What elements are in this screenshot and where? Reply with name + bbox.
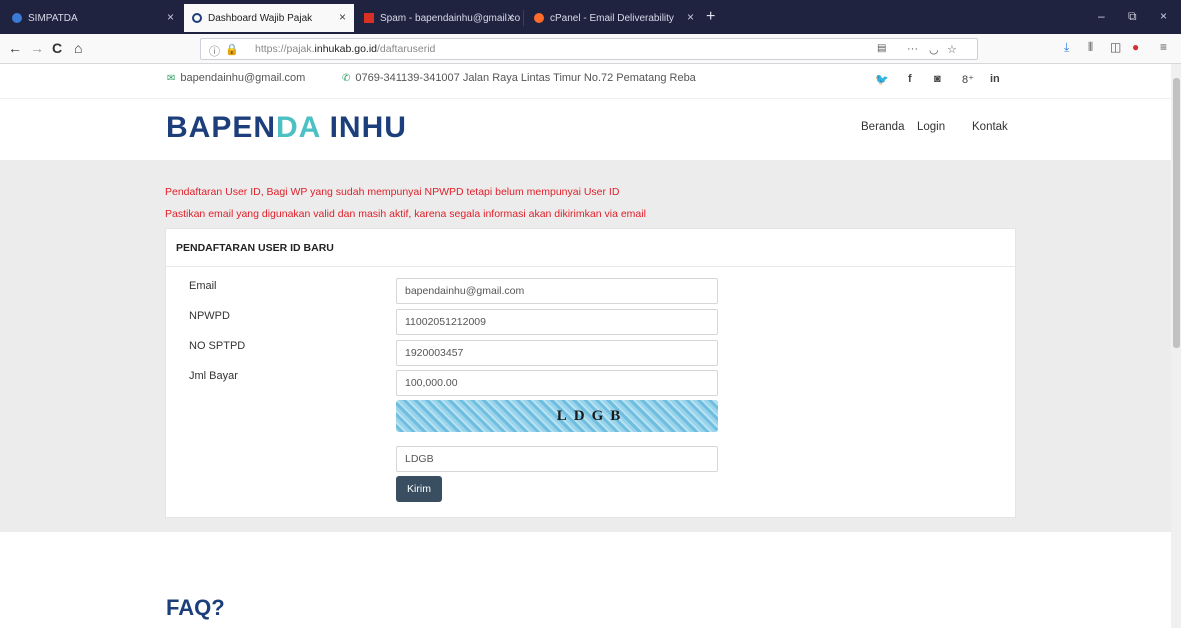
web-page: ✉ bapendainhu@gmail.com ✆ 0769-341139-34… <box>0 64 1171 628</box>
kirim-button[interactable]: Kirim <box>396 476 442 502</box>
nav-link-login[interactable]: Login <box>917 121 945 133</box>
forward-icon[interactable]: → <box>30 40 44 56</box>
nav-link-beranda[interactable]: Beranda <box>861 121 904 133</box>
captcha-text: LDGB <box>556 407 628 424</box>
contact-phone-text: 0769-341139-341007 Jalan Raya Lintas Tim… <box>355 72 696 84</box>
scrollbar-thumb[interactable] <box>1173 78 1180 348</box>
cpanel-favicon-icon <box>534 13 544 23</box>
close-tab-icon[interactable]: × <box>339 10 346 24</box>
home-icon[interactable]: ⌂ <box>74 40 82 56</box>
nav-link-kontak[interactable]: Kontak <box>972 121 1008 133</box>
faq-heading: FAQ? <box>166 595 225 620</box>
close-window-icon[interactable]: × <box>1160 9 1167 23</box>
minimize-icon[interactable]: – <box>1098 9 1105 23</box>
tab-label: SIMPATDA <box>28 12 78 24</box>
restore-icon[interactable]: ⧉ <box>1128 9 1137 24</box>
gmail-favicon-icon <box>364 13 374 23</box>
tab-label: Dashboard Wajib Pajak <box>208 12 313 24</box>
back-icon[interactable]: ← <box>8 40 22 56</box>
sidebar-icon[interactable]: ◫ <box>1110 40 1121 54</box>
tab-cpanel[interactable]: cPanel - Email Deliverability × <box>526 4 702 32</box>
contact-bar: ✉ bapendainhu@gmail.com ✆ 0769-341139-34… <box>0 64 1171 99</box>
tab-label: cPanel - Email Deliverability <box>550 12 674 24</box>
url-text[interactable]: https://pajak.inhukab.go.id/daftaruserid <box>255 43 435 55</box>
registration-section: Pendaftaran User ID, Bagi WP yang sudah … <box>0 160 1171 532</box>
bookmark-star-icon[interactable]: ☆ <box>947 43 957 56</box>
close-tab-icon[interactable]: × <box>687 10 694 24</box>
browser-navbar: ← → C ⌂ ⓘ 🔒 https://pajak.inhukab.go.id/… <box>0 34 1181 64</box>
browser-tab-strip: SIMPATDA × Dashboard Wajib Pajak × Spam … <box>0 0 1181 34</box>
tab-label: Spam - bapendainhu@gmail.co <box>380 12 521 24</box>
pocket-icon[interactable]: ◡ <box>929 43 939 56</box>
notice-text: Pastikan email yang digunakan valid dan … <box>165 208 646 220</box>
instagram-icon[interactable]: ◙ <box>934 73 941 85</box>
npwpd-field[interactable] <box>396 309 718 335</box>
reload-icon[interactable]: C <box>52 40 62 56</box>
phone-icon: ✆ <box>342 72 351 84</box>
jml-bayar-label: Jml Bayar <box>189 370 238 382</box>
no-sptpd-field[interactable] <box>396 340 718 366</box>
registration-card: PENDAFTARAN USER ID BARU Email NPWPD NO … <box>165 228 1016 518</box>
form-title: PENDAFTARAN USER ID BARU <box>176 242 334 254</box>
email-field[interactable] <box>396 278 718 304</box>
page-scrollbar[interactable] <box>1171 64 1181 628</box>
linkedin-icon[interactable]: in <box>990 73 1000 85</box>
download-icon[interactable]: ⤓ <box>1064 40 1069 55</box>
facebook-icon[interactable]: f <box>908 73 912 85</box>
tab-separator <box>523 10 524 26</box>
close-tab-icon[interactable]: × <box>167 10 174 24</box>
jml-bayar-field[interactable] <box>396 370 718 396</box>
email-label: Email <box>189 280 217 292</box>
tab-gmail-spam[interactable]: Spam - bapendainhu@gmail.co × <box>356 4 522 32</box>
url-bar[interactable]: ⓘ 🔒 https://pajak.inhukab.go.id/daftarus… <box>200 38 978 60</box>
site-logo[interactable]: BAPENDA INHU <box>166 111 407 145</box>
contact-email: ✉ bapendainhu@gmail.com <box>167 72 305 84</box>
card-header: PENDAFTARAN USER ID BARU <box>166 229 1015 267</box>
page-actions-icon[interactable]: ··· <box>907 43 918 55</box>
npwpd-label: NPWPD <box>189 310 230 322</box>
twitter-icon[interactable]: 🐦 <box>875 73 889 86</box>
captcha-input[interactable] <box>396 446 718 472</box>
contact-phone: ✆ 0769-341139-341007 Jalan Raya Lintas T… <box>342 72 696 84</box>
addon-icon[interactable]: ● <box>1132 40 1139 54</box>
envelope-icon: ✉ <box>167 72 176 84</box>
simpatda-favicon-icon <box>12 13 22 23</box>
lock-warning-icon[interactable]: 🔒 <box>225 43 239 56</box>
info-icon[interactable]: ⓘ <box>209 43 220 59</box>
reader-view-icon[interactable]: ▤ <box>877 43 886 54</box>
google-plus-icon[interactable]: 8⁺ <box>962 73 974 86</box>
contact-email-text: bapendainhu@gmail.com <box>180 72 306 84</box>
menu-icon[interactable]: ≡ <box>1160 40 1167 54</box>
notice-text: Pendaftaran User ID, Bagi WP yang sudah … <box>165 186 620 198</box>
no-sptpd-label: NO SPTPD <box>189 340 246 352</box>
tab-dashboard-wajib-pajak[interactable]: Dashboard Wajib Pajak × <box>184 4 354 32</box>
library-icon[interactable]: ⫴ <box>1088 40 1093 55</box>
dashboard-favicon-icon <box>192 13 202 23</box>
new-tab-button[interactable]: + <box>706 8 715 26</box>
close-tab-icon[interactable]: × <box>507 10 514 24</box>
site-header: BAPENDA INHU Beranda Login Kontak <box>0 99 1171 160</box>
captcha-image: LDGB <box>396 400 718 432</box>
tab-simpatda[interactable]: SIMPATDA × <box>4 4 182 32</box>
